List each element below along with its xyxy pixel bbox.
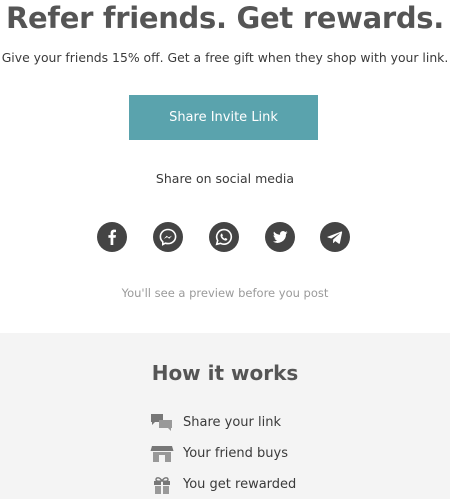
social-share-row — [0, 222, 450, 252]
facebook-share-button[interactable] — [97, 222, 127, 252]
page-title: Refer friends. Get rewards. — [6, 1, 444, 35]
messenger-share-button[interactable] — [153, 222, 183, 252]
storefront-icon — [150, 444, 174, 464]
how-it-works-title: How it works — [151, 361, 299, 385]
referral-panel: Refer friends. Get rewards. Give your fr… — [0, 0, 450, 333]
step-label: Your friend buys — [183, 446, 288, 461]
step-item: You get rewarded — [150, 475, 400, 495]
preview-note: You'll see a preview before you post — [121, 286, 329, 300]
messenger-icon — [159, 228, 177, 246]
twitter-share-button[interactable] — [265, 222, 295, 252]
step-item: Your friend buys — [150, 444, 400, 464]
twitter-icon — [272, 231, 288, 243]
chat-bubbles-icon — [150, 413, 174, 433]
page-subtitle: Give your friends 15% off. Get a free gi… — [1, 50, 449, 65]
telegram-share-button[interactable] — [320, 222, 350, 252]
share-invite-link-button[interactable]: Share Invite Link — [129, 95, 318, 140]
facebook-icon — [108, 229, 116, 245]
how-it-works-section: How it works Share your link Your friend… — [0, 333, 450, 499]
gift-icon — [150, 475, 174, 495]
step-label: Share your link — [183, 415, 282, 430]
share-social-label: Share on social media — [155, 171, 295, 186]
whatsapp-share-button[interactable] — [209, 222, 239, 252]
step-item: Share your link — [150, 413, 400, 433]
step-label: You get rewarded — [183, 477, 297, 492]
whatsapp-icon — [215, 228, 233, 246]
telegram-icon — [327, 231, 343, 244]
